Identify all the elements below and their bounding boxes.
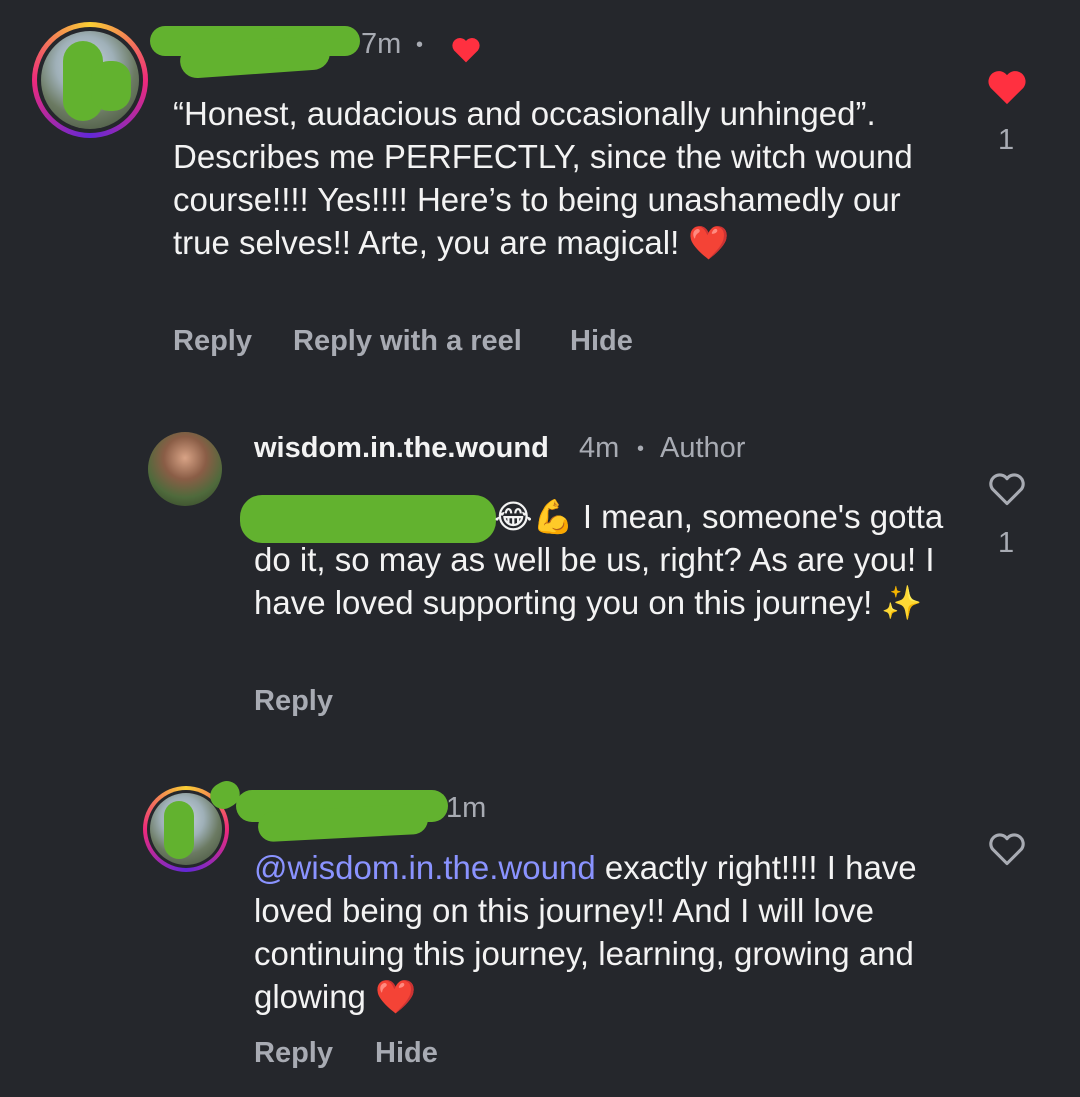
hide-button[interactable]: Hide: [570, 325, 633, 358]
comment-text: “Honest, audacious and occasionally unhi…: [173, 95, 913, 261]
reply-button[interactable]: Reply: [254, 1037, 333, 1070]
separator-dot: •: [637, 438, 645, 460]
comment-text: 😂💪 I mean, someone's gotta do it, so may…: [254, 498, 944, 621]
mention-link[interactable]: @wisdom.in.the.wound: [254, 849, 596, 886]
reply-button[interactable]: Reply: [173, 325, 252, 358]
comment-text: @wisdom.in.the.wound exactly right!!!! I…: [254, 849, 917, 1015]
like-count: 1: [998, 527, 1015, 559]
reply-with-reel-button[interactable]: Reply with a reel: [293, 325, 522, 358]
heart-emoji: ❤️: [688, 224, 730, 261]
heart-filled-icon: [450, 34, 482, 64]
comment-time: 7m: [361, 28, 402, 60]
like-heart-button[interactable]: [985, 66, 1029, 106]
like-heart-button[interactable]: [986, 829, 1028, 867]
like-count: 1: [998, 124, 1015, 156]
comment-time: 4m: [579, 432, 620, 464]
avatar[interactable]: [32, 22, 148, 138]
separator-dot: •: [416, 34, 424, 56]
sparkles-emoji: ✨: [881, 584, 923, 621]
author-badge: Author: [660, 432, 746, 464]
emoji-prefix: 😂💪: [494, 498, 574, 535]
comment-time: 1m: [446, 792, 487, 824]
username[interactable]: wisdom.in.the.wound: [254, 432, 549, 465]
reply-button[interactable]: Reply: [254, 685, 333, 718]
heart-emoji: ❤️: [375, 978, 417, 1015]
hide-button[interactable]: Hide: [375, 1037, 438, 1070]
avatar[interactable]: [148, 432, 222, 506]
like-heart-button[interactable]: [986, 469, 1028, 507]
